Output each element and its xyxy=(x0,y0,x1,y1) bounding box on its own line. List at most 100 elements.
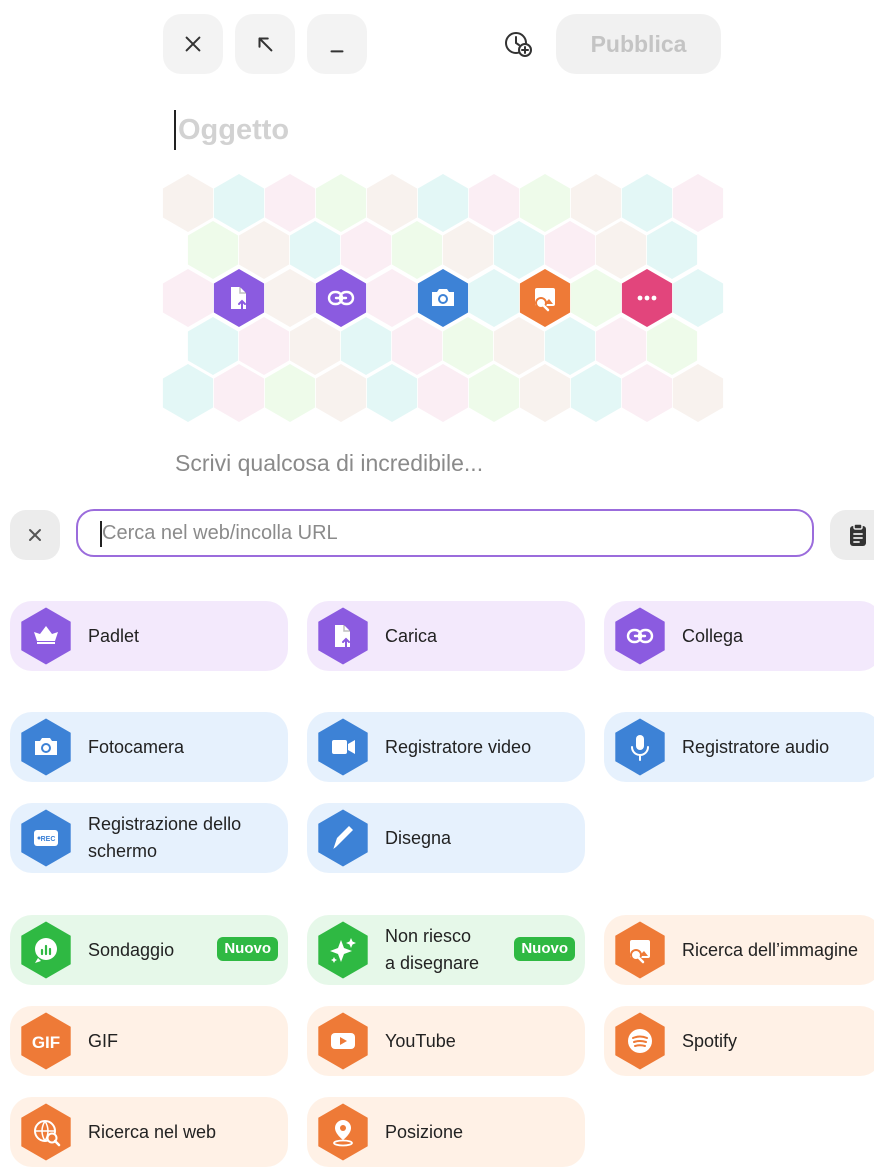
new-badge: Nuovo xyxy=(217,937,278,961)
hex-cell xyxy=(646,221,698,279)
hex-cell xyxy=(468,364,520,422)
hex-cell xyxy=(162,174,214,232)
attachment-label: Carica xyxy=(385,625,438,646)
hex-cell xyxy=(468,269,520,327)
hex-cell xyxy=(162,269,214,327)
attachment-padlet-bird-button[interactable]: Padlet xyxy=(10,601,288,671)
text-caret xyxy=(100,521,102,547)
close-icon xyxy=(182,33,204,55)
image-search-icon xyxy=(615,921,665,979)
hex-cell xyxy=(187,221,239,279)
hex-cell xyxy=(340,221,392,279)
hex-cell xyxy=(238,317,290,375)
hex-cell xyxy=(519,174,571,232)
hex-cell xyxy=(264,174,316,232)
hex-cell xyxy=(672,364,724,422)
hex-cell xyxy=(442,221,494,279)
attachment-link-button[interactable]: Collega xyxy=(604,601,874,671)
clock-plus-icon xyxy=(503,29,533,59)
hex-cell xyxy=(187,317,239,375)
quick-attach-more-button[interactable] xyxy=(621,269,673,327)
minimize-button[interactable] xyxy=(307,14,367,74)
quick-attach-image-search-button[interactable] xyxy=(519,269,571,327)
paste-button[interactable] xyxy=(830,510,874,560)
expand-button[interactable] xyxy=(235,14,295,74)
hex-cell xyxy=(315,364,367,422)
publish-button[interactable]: Pubblica xyxy=(556,14,721,74)
paintbrush-icon xyxy=(318,809,368,867)
search-input[interactable] xyxy=(100,520,812,546)
attachment-paintbrush-button[interactable]: Disegna xyxy=(307,803,585,873)
hex-cell xyxy=(162,364,214,422)
attachment-globe-search-button[interactable]: Ricerca nel web xyxy=(10,1097,288,1167)
attachment-label: Sondaggio xyxy=(88,939,175,960)
attachment-gif-button[interactable]: GIF GIF xyxy=(10,1006,288,1076)
attachment-label: GIF xyxy=(88,1030,118,1051)
attachment-video-camera-button[interactable]: Registratore video xyxy=(307,712,585,782)
video-camera-icon xyxy=(318,718,368,776)
hex-cell xyxy=(595,317,647,375)
sparkles-icon xyxy=(318,921,368,979)
clipboard-icon xyxy=(848,523,868,547)
attachment-microphone-button[interactable]: Registratore audio xyxy=(604,712,874,782)
attachment-label: Ricerca dell’immagine xyxy=(682,939,859,960)
clear-search-button[interactable] xyxy=(10,510,60,560)
globe-search-icon xyxy=(21,1103,71,1161)
gif-icon-text: GIF xyxy=(32,1033,60,1052)
attachment-upload-file-button[interactable]: Carica xyxy=(307,601,585,671)
close-button[interactable] xyxy=(163,14,223,74)
hex-cell xyxy=(340,317,392,375)
hex-cell xyxy=(595,221,647,279)
hex-cell xyxy=(468,174,520,232)
attachment-location-pin-button[interactable]: Posizione xyxy=(307,1097,585,1167)
hex-cell xyxy=(493,221,545,279)
attachment-sparkles-button[interactable]: Non riesco a disegnare Nuovo xyxy=(307,915,585,985)
hex-cell xyxy=(672,174,724,232)
attachment-spotify-button[interactable]: Spotify xyxy=(604,1006,874,1076)
upload-file-icon xyxy=(318,607,368,665)
body-input[interactable]: Scrivi qualcosa di incredibile... xyxy=(175,450,483,477)
hex-cell xyxy=(213,174,265,232)
quick-attach-camera-button[interactable] xyxy=(417,269,469,327)
attachment-hex-field xyxy=(162,174,724,422)
attachment-youtube-button[interactable]: YouTube xyxy=(307,1006,585,1076)
hex-cell xyxy=(570,174,622,232)
hex-cell xyxy=(442,317,494,375)
attachment-image-search-button[interactable]: Ricerca dell’immagine xyxy=(604,915,874,985)
attachment-label: Posizione xyxy=(385,1121,464,1142)
schedule-button[interactable] xyxy=(502,28,534,60)
hex-cell xyxy=(391,221,443,279)
hex-cell xyxy=(213,364,265,422)
minimize-icon xyxy=(326,33,348,55)
svg-text:REC: REC xyxy=(41,836,56,843)
close-icon xyxy=(25,525,45,545)
attachment-label: Non riesco a disegnare xyxy=(385,926,480,973)
attachment-label: Collega xyxy=(682,625,744,646)
padlet-bird-icon xyxy=(21,607,71,665)
hex-cell xyxy=(646,317,698,375)
hex-cell xyxy=(544,317,596,375)
hex-cell xyxy=(289,317,341,375)
screen-record-icon: REC xyxy=(21,809,71,867)
quick-attach-link-button[interactable] xyxy=(315,269,367,327)
hex-cell xyxy=(672,269,724,327)
new-badge: Nuovo xyxy=(514,937,575,961)
camera-icon xyxy=(21,718,71,776)
quick-attach-upload-file-button[interactable] xyxy=(213,269,265,327)
search-field xyxy=(76,509,814,557)
attachment-camera-button[interactable]: Fotocamera xyxy=(10,712,288,782)
hex-cell xyxy=(366,364,418,422)
hex-cell xyxy=(493,317,545,375)
hex-cell xyxy=(570,364,622,422)
link-icon xyxy=(615,607,665,665)
hex-cell xyxy=(366,174,418,232)
hex-cell xyxy=(417,174,469,232)
subject-input[interactable]: Oggetto xyxy=(174,110,289,150)
attachment-label: Spotify xyxy=(682,1030,738,1051)
youtube-icon xyxy=(318,1012,368,1070)
attachment-label: Disegna xyxy=(385,827,452,848)
hex-cell xyxy=(570,269,622,327)
attachment-label: YouTube xyxy=(385,1030,456,1051)
attachment-screen-record-button[interactable]: REC Registrazione dello schermo xyxy=(10,803,288,873)
attachment-poll-button[interactable]: Sondaggio Nuovo xyxy=(10,915,288,985)
